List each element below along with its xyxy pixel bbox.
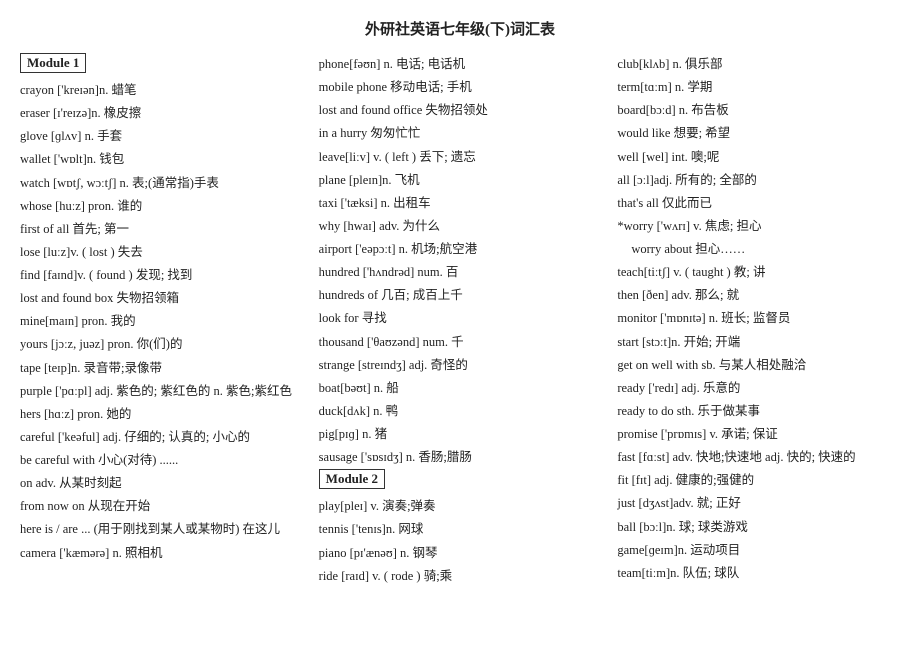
list-item: start [stɔːt]n. 开始; 开端: [617, 331, 900, 354]
list-item: yours [jɔːz, juəz] pron. 你(们)的: [20, 333, 303, 356]
list-item: taxi ['tæksi] n. 出租车: [319, 192, 602, 215]
list-item: ball [bɔːl]n. 球; 球类游戏: [617, 516, 900, 539]
list-item: in a hurry 匆匆忙忙: [319, 122, 602, 145]
list-item: ride [raɪd] v. ( rode ) 骑;乘: [319, 565, 602, 588]
list-item: mobile phone 移动电话; 手机: [319, 76, 602, 99]
list-item: thousand ['θaʊzənd] num. 千: [319, 331, 602, 354]
list-item: well [wel] int. 噢;呢: [617, 146, 900, 169]
list-item: *worry ['wʌrɪ] v. 焦虑; 担心: [617, 215, 900, 238]
content-columns: Module 1 crayon ['kreɪən]n. 蜡笔eraser [ɪ'…: [20, 53, 900, 588]
list-item: club[klʌb] n. 俱乐部: [617, 53, 900, 76]
list-item: airport ['eəpɔːt] n. 机场;航空港: [319, 238, 602, 261]
list-item: lost and found box 失物招领箱: [20, 287, 303, 310]
list-item: purple ['pɑːpl] adj. 紫色的; 紫红色的 n. 紫色;紫红色: [20, 380, 303, 403]
module-1-label: Module 1: [20, 53, 86, 73]
list-item: on adv. 从某时刻起: [20, 472, 303, 495]
list-item: worry about 担心……: [617, 238, 900, 261]
list-item: duck[dʌk] n. 鸭: [319, 400, 602, 423]
list-item: term[tɑːm] n. 学期: [617, 76, 900, 99]
list-item: plane [pleɪn]n. 飞机: [319, 169, 602, 192]
list-item: hundred ['hʌndrəd] num. 百: [319, 261, 602, 284]
list-item: fast [fɑːst] adv. 快地;快速地 adj. 快的; 快速的: [617, 446, 900, 469]
column-1: Module 1 crayon ['kreɪən]n. 蜡笔eraser [ɪ'…: [20, 53, 311, 565]
list-item: ready to do sth. 乐于做某事: [617, 400, 900, 423]
list-item: look for 寻找: [319, 307, 602, 330]
list-item: all [ɔːl]adj. 所有的; 全部的: [617, 169, 900, 192]
list-item: watch [wɒtʃ, wɔːtʃ] n. 表;(通常指)手表: [20, 172, 303, 195]
column-3: club[klʌb] n. 俱乐部term[tɑːm] n. 学期board[b…: [609, 53, 900, 585]
list-item: board[bɔːd] n. 布告板: [617, 99, 900, 122]
list-item: just [dʒʌst]adv. 就; 正好: [617, 492, 900, 515]
list-item: that's all 仅此而已: [617, 192, 900, 215]
list-item: would like 想要; 希望: [617, 122, 900, 145]
list-item: team[tiːm]n. 队伍; 球队: [617, 562, 900, 585]
list-item: teach[tiːtʃ] v. ( taught ) 教; 讲: [617, 261, 900, 284]
list-item: find [faɪnd]v. ( found ) 发现; 找到: [20, 264, 303, 287]
list-item: from now on 从现在开始: [20, 495, 303, 518]
list-item: eraser [ɪ'reɪzə]n. 橡皮擦: [20, 102, 303, 125]
list-item: fit [fɪt] adj. 健康的;强健的: [617, 469, 900, 492]
list-item: sausage ['sɒsɪdʒ] n. 香肠;腊肠: [319, 446, 602, 469]
module-2-label: Module 2: [319, 469, 385, 489]
list-item: hundreds of 几百; 成百上千: [319, 284, 602, 307]
list-item: ready ['redɪ] adj. 乐意的: [617, 377, 900, 400]
list-item: whose [huːz] pron. 谁的: [20, 195, 303, 218]
page-title: 外研社英语七年级(下)词汇表: [20, 18, 900, 39]
col2-entries: phone[fəʊn] n. 电话; 电话机mobile phone 移动电话;…: [319, 53, 602, 588]
list-item: boat[bəʊt] n. 船: [319, 377, 602, 400]
list-item: here is / are ... (用于刚找到某人或某物时) 在这儿: [20, 518, 303, 541]
list-item: promise ['prɒmɪs] v. 承诺; 保证: [617, 423, 900, 446]
list-item: strange [streɪndʒ] adj. 奇怪的: [319, 354, 602, 377]
list-item: wallet ['wɒlt]n. 钱包: [20, 148, 303, 171]
list-item: camera ['kæmərə] n. 照相机: [20, 542, 303, 565]
list-item: then [ðen] adv. 那么; 就: [617, 284, 900, 307]
list-item: mine[maɪn] pron. 我的: [20, 310, 303, 333]
list-item: tennis ['tenɪs]n. 网球: [319, 518, 602, 541]
list-item: be careful with 小心(对待) ......: [20, 449, 303, 472]
col1-entries: crayon ['kreɪən]n. 蜡笔eraser [ɪ'reɪzə]n. …: [20, 79, 303, 565]
list-item: lost and found office 失物招领处: [319, 99, 602, 122]
list-item: hers [hɑːz] pron. 她的: [20, 403, 303, 426]
list-item: phone[fəʊn] n. 电话; 电话机: [319, 53, 602, 76]
list-item: why [hwaɪ] adv. 为什么: [319, 215, 602, 238]
column-2: phone[fəʊn] n. 电话; 电话机mobile phone 移动电话;…: [311, 53, 610, 588]
list-item: glove [ɡlʌv] n. 手套: [20, 125, 303, 148]
list-item: careful ['keəful] adj. 仔细的; 认真的; 小心的: [20, 426, 303, 449]
list-item: pig[pɪɡ] n. 猪: [319, 423, 602, 446]
list-item: monitor ['mɒnɪtə] n. 班长; 监督员: [617, 307, 900, 330]
col3-entries: club[klʌb] n. 俱乐部term[tɑːm] n. 学期board[b…: [617, 53, 900, 585]
list-item: lose [luːz]v. ( lost ) 失去: [20, 241, 303, 264]
list-item: crayon ['kreɪən]n. 蜡笔: [20, 79, 303, 102]
list-item: first of all 首先; 第一: [20, 218, 303, 241]
list-item: play[pleɪ] v. 演奏;弹奏: [319, 495, 602, 518]
list-item: leave[liːv] v. ( left ) 丢下; 遗忘: [319, 146, 602, 169]
list-item: get on well with sb. 与某人相处融洽: [617, 354, 900, 377]
list-item: piano [pɪ'ænəʊ] n. 钢琴: [319, 542, 602, 565]
list-item: game[ɡeɪm]n. 运动项目: [617, 539, 900, 562]
list-item: tape [teɪp]n. 录音带;录像带: [20, 357, 303, 380]
